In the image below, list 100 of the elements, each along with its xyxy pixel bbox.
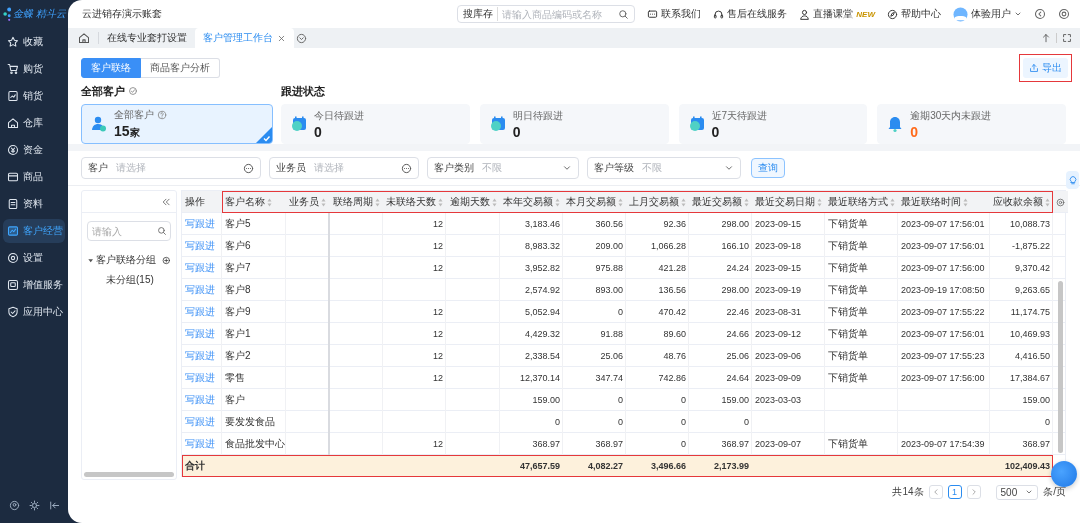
column-header[interactable]: 最近交易额 <box>689 191 752 213</box>
table-cell-text: 下销货单 <box>827 217 869 231</box>
follow-up-link[interactable]: 写跟进 <box>185 305 215 319</box>
follow-up-link[interactable]: 写跟进 <box>185 393 215 407</box>
next-page-button[interactable] <box>966 485 981 499</box>
table-cell-text: 89.60 <box>662 328 687 341</box>
sort-icon[interactable] <box>817 197 822 207</box>
column-header[interactable]: 联络周期 <box>330 191 383 213</box>
sidebar-item[interactable]: 应用中心 <box>3 299 65 324</box>
column-header[interactable]: 应收款余额 <box>990 191 1053 213</box>
sort-icon[interactable] <box>618 197 623 207</box>
target-icon[interactable] <box>1058 8 1070 20</box>
settings-icon[interactable] <box>1056 196 1065 208</box>
table-cell-text: 2023-09-07 17:56:00 <box>900 372 986 385</box>
lightbulb-icon[interactable] <box>1066 171 1079 189</box>
sort-icon[interactable] <box>744 197 749 207</box>
collapse-icon[interactable] <box>49 500 60 511</box>
sidebar-item[interactable]: 仓库 <box>3 110 65 135</box>
filter-field[interactable]: 业务员 请选择 <box>269 157 419 179</box>
tree-item[interactable]: 客户联络分组 <box>96 253 157 267</box>
sort-icon[interactable] <box>681 197 686 207</box>
column-header[interactable]: 最近联络时间 <box>898 191 990 213</box>
sidebar-item[interactable]: 购货 <box>3 56 65 81</box>
column-header[interactable]: 上月交易额 <box>626 191 689 213</box>
column-header[interactable]: 最近交易日期 <box>752 191 825 213</box>
column-header[interactable]: 客户名称 <box>222 191 286 213</box>
sort-icon[interactable] <box>492 197 497 207</box>
filter-field[interactable]: 客户 请选择 <box>81 157 261 179</box>
tab[interactable]: 在线专业套打设置 <box>99 28 195 48</box>
follow-up-link[interactable]: 写跟进 <box>185 283 215 297</box>
follow-up-link[interactable]: 写跟进 <box>185 217 215 231</box>
sidebar-item[interactable]: 收藏 <box>3 29 65 54</box>
sidebar-item[interactable]: 增值服务 <box>3 272 65 297</box>
header-link[interactable]: 联系我们 <box>647 7 702 21</box>
sort-icon[interactable] <box>555 197 560 207</box>
column-header[interactable]: 最近联络方式 <box>825 191 898 213</box>
sidebar-item[interactable]: 资金 <box>3 137 65 162</box>
tree-item[interactable]: 未分组(15) <box>106 274 154 285</box>
follow-up-link[interactable]: 写跟进 <box>185 327 215 341</box>
sort-icon[interactable] <box>963 197 968 207</box>
scrollbar[interactable] <box>84 472 174 477</box>
stat-card[interactable]: 逾期30天内未跟进 0 <box>877 104 1066 144</box>
follow-up-link[interactable]: 写跟进 <box>185 239 215 253</box>
filter-field[interactable]: 客户等级 不限 <box>587 157 741 179</box>
table-cell-text: 24.24 <box>725 262 750 275</box>
sidebar-item[interactable]: 销货 <box>3 83 65 108</box>
user-menu[interactable]: 体验用户 <box>953 6 1022 22</box>
follow-up-link[interactable]: 写跟进 <box>185 349 215 363</box>
fullscreen-icon[interactable] <box>1062 33 1072 43</box>
header-link[interactable]: 帮助中心 <box>887 7 941 21</box>
follow-up-link[interactable]: 写跟进 <box>185 415 215 429</box>
sidebar-item[interactable]: 商品 <box>3 164 65 189</box>
search-field[interactable]: 请输入商品编码或名称 <box>502 8 615 20</box>
calendar-icon <box>687 115 706 133</box>
follow-up-link[interactable]: 写跟进 <box>185 371 215 385</box>
caret-icon[interactable] <box>88 256 94 264</box>
user-circle-icon[interactable] <box>9 500 20 511</box>
page-button[interactable]: 1 <box>947 485 962 499</box>
sidebar-item[interactable]: 客户经营 <box>3 218 65 243</box>
scrollbar[interactable] <box>1058 281 1063 453</box>
column-header[interactable]: 业务员 <box>286 191 330 213</box>
stat-card[interactable]: 全部客户 15家 <box>81 104 273 144</box>
column-header[interactable]: 本月交易额 <box>563 191 626 213</box>
sort-icon[interactable] <box>438 197 443 207</box>
sort-icon[interactable] <box>375 197 380 207</box>
sun-icon[interactable] <box>29 500 40 511</box>
sort-icon[interactable] <box>1045 197 1050 207</box>
stat-card[interactable]: 明日待跟进 0 <box>479 104 669 144</box>
column-header[interactable]: 本年交易额 <box>500 191 563 213</box>
back-icon[interactable] <box>1034 8 1046 20</box>
collapse-left-icon[interactable] <box>161 196 171 207</box>
stat-card[interactable]: 近7天待跟进 0 <box>678 104 868 144</box>
follow-up-link[interactable]: 写跟进 <box>185 261 215 275</box>
filter-field[interactable]: 客户类别 不限 <box>427 157 579 179</box>
home-icon[interactable] <box>78 32 90 44</box>
box-icon <box>7 170 19 183</box>
column-header[interactable]: 逾期天数 <box>446 191 500 213</box>
column-header[interactable]: 未联络天数 <box>383 191 446 213</box>
sort-icon[interactable] <box>321 197 326 207</box>
stat-card[interactable]: 今日待跟进 0 <box>281 104 470 144</box>
page-size-select[interactable]: 500 <box>995 484 1039 500</box>
sort-icon[interactable] <box>890 197 895 207</box>
search-bar[interactable]: 搜库存 请输入商品编码或名称 <box>457 5 636 23</box>
previous-page-button[interactable] <box>928 485 943 499</box>
floating-action-button[interactable] <box>1051 461 1077 487</box>
follow-up-link[interactable]: 写跟进 <box>185 437 215 451</box>
sidebar-item[interactable]: 资料 <box>3 191 65 216</box>
group-search-field[interactable]: 请输入 <box>87 221 171 241</box>
tab[interactable]: 客户管理工作台 <box>195 28 294 48</box>
header-link[interactable]: 直播课堂 NEW <box>799 7 875 21</box>
sort-icon[interactable] <box>267 197 272 207</box>
close-icon[interactable] <box>277 33 286 43</box>
arrow-up-icon[interactable] <box>1041 33 1051 43</box>
table-cell-text: 客户8 <box>224 283 252 297</box>
sidebar-item[interactable]: 设置 <box>3 245 65 270</box>
add-icon[interactable] <box>162 254 171 266</box>
header-link[interactable]: 售后在线服务 <box>713 7 788 21</box>
dropdown-icon[interactable] <box>296 32 307 44</box>
view-tab[interactable]: 商品客户分析 <box>141 58 220 78</box>
search-scope-select[interactable]: 搜库存 <box>463 7 499 21</box>
